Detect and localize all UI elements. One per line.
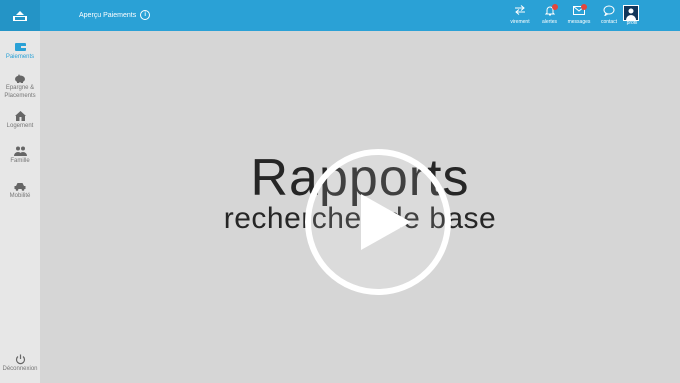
breadcrumb-label: Aperçu Paiements	[79, 11, 137, 19]
logout-button[interactable]: Déconnexion	[0, 353, 40, 373]
logo[interactable]	[0, 0, 40, 31]
sidebar-item-logement[interactable]: Logement	[0, 110, 40, 130]
sidebar-item-epargne[interactable]: Epargne & Placements	[0, 72, 40, 100]
sidebar-item-label-2: Placements	[4, 93, 36, 99]
sidebar-item-label: Epargne &	[5, 85, 35, 91]
sidebar: Paiements Epargne & Placements Logement …	[0, 31, 41, 383]
sidebar-item-mobilite[interactable]: Mobilité	[0, 180, 40, 200]
sidebar-item-paiements[interactable]: Paiements	[0, 41, 40, 61]
message-badge	[581, 4, 587, 10]
top-bar: Aperçu Paiements i virement alertes mess…	[0, 0, 680, 31]
transfer-icon	[505, 3, 535, 17]
bell-icon	[535, 3, 564, 17]
sidebar-item-label: Paiements	[5, 54, 35, 60]
video-stage[interactable]: Rapports recherches de base	[40, 31, 680, 383]
family-icon	[0, 145, 40, 157]
sidebar-item-famille[interactable]: Famille	[0, 145, 40, 165]
nav-virement-label: virement	[510, 19, 530, 25]
breadcrumb: Aperçu Paiements i	[79, 10, 151, 20]
play-button-icon[interactable]	[304, 148, 452, 296]
nav-messages[interactable]: messages	[564, 3, 594, 25]
mail-icon	[564, 3, 594, 17]
house-icon	[0, 110, 40, 122]
user-icon	[626, 8, 636, 20]
info-icon[interactable]: i	[140, 10, 151, 20]
kbc-logo-icon	[13, 10, 27, 21]
wallet-icon	[0, 41, 40, 53]
power-icon	[0, 353, 40, 365]
nav-alertes-label: alertes	[541, 19, 557, 25]
nav-contact-label: contact	[600, 19, 618, 25]
nav-contact[interactable]: contact	[594, 3, 624, 25]
sidebar-item-label: Famille	[10, 158, 30, 164]
piggy-bank-icon	[0, 72, 40, 84]
sidebar-item-label: Logement	[6, 123, 34, 129]
nav-alertes[interactable]: alertes	[535, 3, 564, 25]
nav-messages-label: messages	[567, 19, 591, 25]
car-icon	[0, 180, 40, 192]
top-nav: virement alertes messages contact	[505, 3, 624, 25]
profile-label: profil	[626, 20, 638, 26]
nav-virement[interactable]: virement	[505, 3, 535, 25]
sidebar-item-label: Mobilité	[9, 193, 31, 199]
logout-label: Déconnexion	[2, 366, 38, 372]
profile-avatar[interactable]	[623, 5, 639, 21]
chat-icon	[594, 3, 624, 17]
alert-badge	[552, 4, 558, 10]
